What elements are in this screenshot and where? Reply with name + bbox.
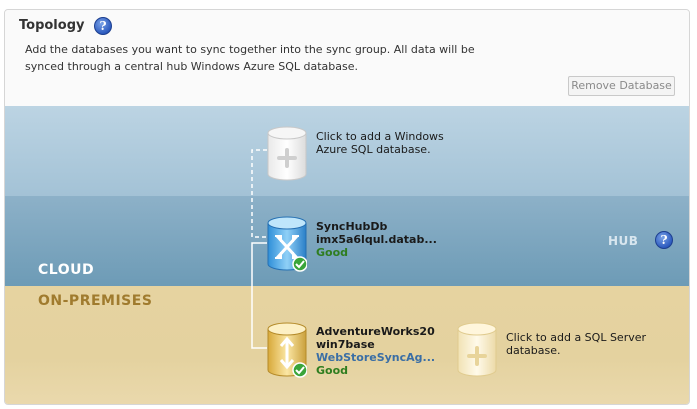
page-title: Topology [19, 18, 85, 33]
add-sql-server-database-link[interactable]: Click to add a SQL Server database. [506, 331, 666, 357]
member-database-icon[interactable] [267, 322, 307, 378]
hub-database-status: Good [316, 246, 349, 259]
help-icon[interactable]: ? [94, 17, 112, 35]
remove-database-button[interactable]: Remove Database [568, 76, 675, 96]
hub-database-server: imx5a6lqul.datab... [316, 233, 437, 246]
topology-panel: Topology ? Add the databases you want to… [4, 9, 690, 405]
cloud-label: CLOUD [38, 262, 95, 278]
hub-database-name[interactable]: SyncHubDb [316, 220, 456, 233]
add-azure-database-icon[interactable] [267, 126, 307, 182]
hub-database-info: SyncHubDb imx5a6lqul.datab... Good [316, 220, 456, 259]
member-database-info: AdventureWorks20 win7base WebStoreSyncAg… [316, 325, 456, 377]
member-database-agent[interactable]: WebStoreSyncAg... [316, 351, 456, 364]
add-azure-database-link[interactable]: Click to add a Windows Azure SQL databas… [316, 130, 466, 156]
hub-database-icon[interactable] [267, 216, 307, 272]
on-premises-label: ON-PREMISES [38, 293, 153, 309]
add-sql-server-database-icon[interactable] [457, 322, 497, 378]
member-database-name[interactable]: AdventureWorks20 win7base [316, 325, 456, 351]
member-database-status: Good [316, 364, 349, 377]
topology-header: Topology ? Add the databases you want to… [5, 10, 689, 106]
hub-help-icon[interactable]: ? [655, 231, 673, 249]
hub-label: HUB [608, 234, 639, 248]
topology-description: Add the databases you want to sync toget… [25, 43, 475, 73]
